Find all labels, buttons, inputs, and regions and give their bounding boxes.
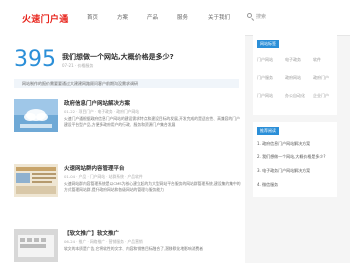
tag-item[interactable]: 门户网站 bbox=[257, 57, 273, 63]
article-title[interactable]: 火速网站群内容管理平台 bbox=[64, 164, 125, 172]
featured-meta: 07-21 · 价格服务 bbox=[62, 63, 94, 68]
recommend-item[interactable]: 4. 微信服务 bbox=[257, 182, 278, 188]
featured-title[interactable]: 我们想做一个网站,大概价格是多少? bbox=[62, 52, 174, 62]
tag-item[interactable]: 电子政务 bbox=[285, 57, 301, 63]
cloud-thumbnail[interactable] bbox=[14, 99, 58, 132]
search-icon[interactable] bbox=[247, 13, 252, 18]
nav-home[interactable]: 首页 bbox=[87, 13, 98, 21]
recommend-panel: 推荐阅读 1. 政府信息门户网站解决方案 2. 我们想做一个网站,大概价格是多少… bbox=[253, 122, 337, 197]
tag-item[interactable]: 政府网站 bbox=[285, 75, 301, 81]
recommend-item[interactable]: 2. 我们想做一个网站,大概价格是多少? bbox=[257, 154, 325, 160]
nav-products[interactable]: 产品 bbox=[147, 13, 158, 21]
recommend-item[interactable]: 1. 政府信息门户网站解决方案 bbox=[257, 141, 310, 147]
article-desc: 火速网站群内容管理系统是以CMS为核心建立起的为大型网站平台服务的网站群管理系统… bbox=[64, 181, 241, 192]
nav-services[interactable]: 服务 bbox=[177, 13, 188, 21]
article-desc: 软文的本质是广告,它将软性的文字、内容和销售目标融合了,潜移默化地影响消费者 bbox=[64, 246, 204, 251]
featured-number: 395 bbox=[14, 47, 56, 72]
recommend-item[interactable]: 3. 电子政务门户网站解决方案 bbox=[257, 168, 310, 174]
article-item[interactable]: 【软文推广】软文推广 06-24 · 推广 · 网络推广 · 营销服务 · 产品… bbox=[14, 229, 239, 263]
nav-solutions[interactable]: 方案 bbox=[117, 13, 128, 21]
tag-item[interactable]: 软件 bbox=[313, 57, 321, 63]
tags-title: 网站标签 bbox=[257, 40, 279, 48]
article-item[interactable]: 政府信息门户网站解决方案 01-22 · 项目门户 · 电子政务 · 政府门户网… bbox=[14, 99, 240, 149]
article-item[interactable]: 火速网站群内容管理平台 01-04 · 产品 · 门户网站 · 站群系统 · 产… bbox=[14, 164, 241, 214]
article-meta: 06-24 · 推广 · 网络推广 · 营销服务 · 产品营销 bbox=[64, 239, 143, 244]
tag-item[interactable]: 政府门户 bbox=[313, 75, 329, 81]
article-desc: 火速门户通根据政府信息门户网站的建设需求特点和建设目标的发展,开发完成的是适应性… bbox=[64, 116, 240, 127]
top-navbar: 火速门户通 首页 方案 产品 服务 关于我们 搜索 bbox=[0, 0, 350, 36]
article-meta: 01-22 · 项目门户 · 电子政务 · 政府门户网站 bbox=[64, 109, 140, 114]
tag-item[interactable]: 企业门户 bbox=[313, 93, 329, 99]
site-logo[interactable]: 火速门户通 bbox=[22, 12, 69, 25]
screenshot-thumbnail[interactable] bbox=[14, 164, 58, 197]
keyboard-thumbnail[interactable] bbox=[14, 229, 58, 262]
recommend-title: 推荐阅读 bbox=[257, 127, 279, 135]
tag-item[interactable]: 门户网站 bbox=[257, 93, 273, 99]
tag-item[interactable]: 办公自动化 bbox=[285, 93, 305, 99]
search-input[interactable]: 搜索 bbox=[256, 13, 266, 20]
article-title[interactable]: 【软文推广】软文推广 bbox=[64, 229, 119, 237]
article-meta: 01-04 · 产品 · 门户网站 · 站群系统 · 产品软件 bbox=[64, 174, 143, 179]
tags-panel: 网站标签 门户网站 电子政务 软件 门户服务 政府网站 政府门户 门户网站 办公… bbox=[253, 35, 337, 115]
tag-item[interactable]: 门户服务 bbox=[257, 75, 273, 81]
nav-about[interactable]: 关于我们 bbox=[208, 13, 230, 21]
featured-desc: 网站制作的报价需要要通过大建建网路顾问客户前期沟没需求调研 bbox=[14, 79, 239, 88]
main-content: 395 我们想做一个网站,大概价格是多少? 07-21 · 价格服务 网站制作的… bbox=[0, 35, 245, 263]
article-title[interactable]: 政府信息门户网站解决方案 bbox=[64, 99, 130, 107]
